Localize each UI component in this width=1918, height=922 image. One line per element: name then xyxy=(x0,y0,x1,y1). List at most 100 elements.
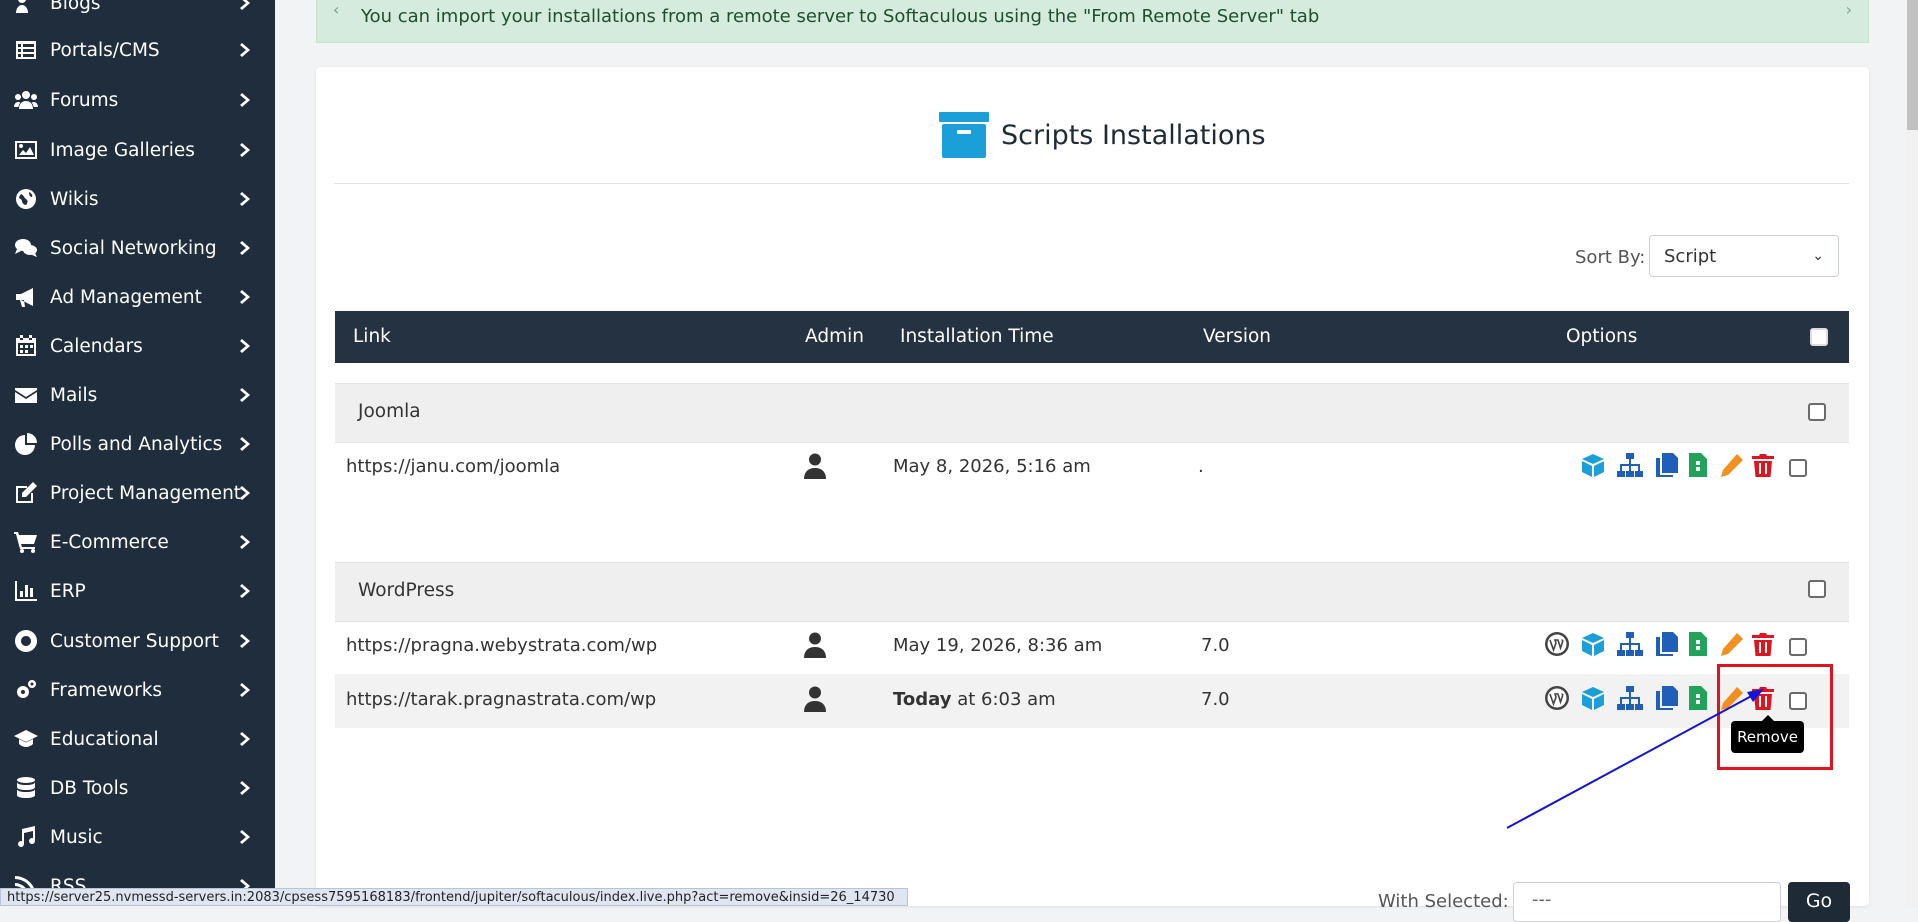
group-select-checkbox[interactable] xyxy=(1808,580,1826,598)
sort-by-select[interactable]: Script ⌄ xyxy=(1649,235,1839,277)
wordpress-manager-icon[interactable] xyxy=(1544,685,1572,713)
column-header-installation-time[interactable]: Installation Time xyxy=(900,326,1054,347)
sidebar-item-project-management[interactable]: Project Management xyxy=(0,473,275,513)
time-value: at 6:03 am xyxy=(957,689,1056,710)
chevron-left-icon[interactable]: ‹ xyxy=(333,0,339,19)
wordpress-manager-icon[interactable] xyxy=(1544,631,1572,659)
backup-icon[interactable] xyxy=(1580,685,1608,713)
table-header: Link Admin Installation Time Version Opt… xyxy=(335,311,1849,363)
sidebar-item-label: Customer Support xyxy=(50,630,219,652)
sidebar-item-label: ERP xyxy=(50,580,86,602)
scrollbar-thumb[interactable] xyxy=(1907,0,1918,130)
chevron-right-icon xyxy=(237,191,253,207)
group-select-checkbox[interactable] xyxy=(1808,403,1826,421)
backup-icon[interactable] xyxy=(1580,452,1608,480)
sidebar-item-label: Music xyxy=(50,826,103,848)
column-header-options: Options xyxy=(1566,326,1638,347)
blog-icon xyxy=(12,0,40,16)
chevron-right-icon xyxy=(237,436,253,452)
pie-chart-icon xyxy=(12,431,40,457)
globe-icon xyxy=(12,186,40,212)
installation-version: 7.0 xyxy=(1201,689,1230,710)
sidebar-item-label: DB Tools xyxy=(50,777,129,799)
sidebar-item-e-commerce[interactable]: E-Commerce xyxy=(0,522,275,562)
sidebar-item-db-tools[interactable]: DB Tools xyxy=(0,768,275,808)
sidebar-item-calendars[interactable]: Calendars xyxy=(0,326,275,366)
chevron-right-icon xyxy=(237,240,253,256)
divider xyxy=(334,183,1849,184)
sidebar-item-polls-analytics[interactable]: Polls and Analytics xyxy=(0,424,275,464)
bullhorn-icon xyxy=(12,284,40,310)
sidebar-item-educational[interactable]: Educational xyxy=(0,719,275,759)
row-select-checkbox[interactable] xyxy=(1789,638,1807,656)
select-all-checkbox[interactable] xyxy=(1810,328,1828,346)
admin-user-icon[interactable] xyxy=(804,632,826,658)
sort-by-value: Script xyxy=(1664,245,1717,267)
chevron-down-icon: ⌄ xyxy=(1812,248,1824,264)
envelope-icon xyxy=(12,382,40,408)
list-icon xyxy=(12,37,40,63)
group-header-joomla: Joomla xyxy=(335,383,1849,443)
installation-link[interactable]: https://janu.com/joomla xyxy=(346,456,560,477)
sidebar-item-music[interactable]: Music xyxy=(0,817,275,857)
upgrade-file-icon[interactable] xyxy=(1685,685,1713,713)
sidebar-item-ad-management[interactable]: Ad Management xyxy=(0,277,275,317)
remove-trash-icon[interactable] xyxy=(1750,631,1778,659)
sidebar-item-frameworks[interactable]: Frameworks xyxy=(0,670,275,710)
column-header-link[interactable]: Link xyxy=(353,326,391,347)
sidebar-item-mails[interactable]: Mails xyxy=(0,375,275,415)
backup-icon[interactable] xyxy=(1580,631,1608,659)
comments-icon xyxy=(12,235,40,261)
page-scrollbar[interactable] xyxy=(1907,0,1918,906)
edit-pencil-icon[interactable] xyxy=(1719,452,1747,480)
admin-user-icon[interactable] xyxy=(804,686,826,712)
chevron-right-icon xyxy=(237,485,253,501)
staging-sitemap-icon[interactable] xyxy=(1617,631,1645,659)
chevron-right-icon xyxy=(237,731,253,747)
chevron-right-icon xyxy=(237,92,253,108)
sidebar-item-label: Portals/CMS xyxy=(50,39,160,61)
chevron-right-icon xyxy=(237,829,253,845)
edit-icon xyxy=(12,480,40,506)
alert-text: You can import your installations from a… xyxy=(361,6,1320,27)
time-value: May 8, 2026, 5:16 am xyxy=(893,456,1091,477)
upgrade-file-icon[interactable] xyxy=(1685,631,1713,659)
remove-trash-icon[interactable] xyxy=(1750,452,1778,480)
group-name: Joomla xyxy=(358,401,421,422)
sidebar-item-forums[interactable]: Forums xyxy=(0,80,275,120)
upgrade-file-icon[interactable] xyxy=(1685,452,1713,480)
sidebar-item-blogs[interactable]: Blogs xyxy=(0,0,275,23)
archive-box-icon xyxy=(939,112,989,158)
sidebar-item-wikis[interactable]: Wikis xyxy=(0,179,275,219)
chevron-right-icon[interactable]: › xyxy=(1846,0,1852,19)
chevron-right-icon xyxy=(237,42,253,58)
staging-sitemap-icon[interactable] xyxy=(1617,452,1645,480)
lifebuoy-icon xyxy=(12,628,40,654)
staging-sitemap-icon[interactable] xyxy=(1617,685,1645,713)
row-select-checkbox[interactable] xyxy=(1789,459,1807,477)
clone-copy-icon[interactable] xyxy=(1654,685,1682,713)
chevron-right-icon xyxy=(237,583,253,599)
sidebar-item-erp[interactable]: ERP xyxy=(0,571,275,611)
go-button[interactable]: Go xyxy=(1788,882,1850,922)
installation-link[interactable]: https://pragna.webystrata.com/wp xyxy=(346,635,657,656)
installation-version: 7.0 xyxy=(1201,635,1230,656)
group-name: WordPress xyxy=(358,580,455,601)
clone-copy-icon[interactable] xyxy=(1654,631,1682,659)
sidebar-item-social-networking[interactable]: Social Networking xyxy=(0,228,275,268)
table-row: https://pragna.webystrata.com/wp May 19,… xyxy=(335,620,1849,674)
sidebar-item-label: Polls and Analytics xyxy=(50,433,223,455)
sidebar-item-label: Frameworks xyxy=(50,679,163,701)
sidebar-item-portals-cms[interactable]: Portals/CMS xyxy=(0,30,275,70)
clone-copy-icon[interactable] xyxy=(1654,452,1682,480)
admin-user-icon[interactable] xyxy=(804,453,826,479)
sidebar-item-label: Educational xyxy=(50,728,159,750)
sidebar-item-image-galleries[interactable]: Image Galleries xyxy=(0,130,275,170)
chevron-right-icon xyxy=(237,289,253,305)
chevron-right-icon xyxy=(237,0,253,11)
with-selected-select[interactable]: --- xyxy=(1513,882,1781,922)
installation-link[interactable]: https://tarak.pragnastrata.com/wp xyxy=(346,689,656,710)
edit-pencil-icon[interactable] xyxy=(1719,631,1747,659)
time-prefix: Today xyxy=(893,689,952,710)
sidebar-item-customer-support[interactable]: Customer Support xyxy=(0,621,275,661)
